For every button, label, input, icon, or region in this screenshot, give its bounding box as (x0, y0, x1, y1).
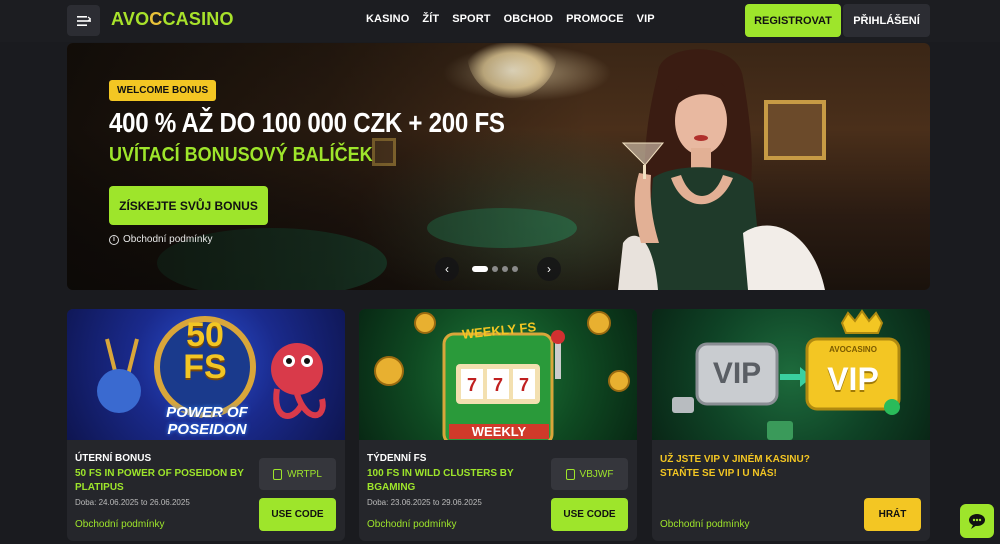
art-poseidon-text: POWER OF POSEIDON (166, 404, 248, 438)
site-logo[interactable]: AVOCCASINO (111, 9, 234, 30)
promo-image-vip: VIP VIP AVOCASINO (652, 309, 930, 440)
main-nav: KASINO ŽÍT SPORT OBCHOD PROMOCE VIP (366, 13, 668, 25)
welcome-bonus-badge: WELCOME BONUS (109, 80, 217, 101)
card-terms-link[interactable]: Obchodní podmínky (367, 519, 457, 530)
register-button[interactable]: REGISTROVAT (745, 4, 841, 37)
promo-code-copy[interactable]: WRTPL (259, 458, 336, 490)
play-button[interactable]: HRÁT (864, 498, 921, 531)
promo-code-value: WRTPL (287, 468, 322, 480)
nav-item-obchod[interactable]: OBCHOD (504, 13, 554, 25)
card-dates: Doba: 23.06.2025 to 29.06.2025 (367, 498, 482, 507)
promo-card-weekly: 7 7 7 WEEKLY FS WEEKLY TÝDENNÍ FS 100 FS… (359, 309, 637, 541)
copy-icon (565, 468, 575, 480)
art-avocasino-label: AVOCASINO (829, 345, 877, 354)
hero-woman-illustration (618, 49, 825, 290)
carousel-dot-3[interactable] (502, 266, 508, 272)
menu-toggle-button[interactable] (67, 5, 100, 36)
use-code-button[interactable]: USE CODE (551, 498, 628, 531)
card-description: 100 FS IN WILD CLUSTERS BY BGAMING (367, 468, 514, 493)
menu-icon (76, 15, 91, 26)
hero-terms-label: Obchodní podmínky (123, 234, 213, 245)
chat-icon (969, 514, 985, 529)
promo-card-tuesday: 50 FS POWER OF POSEIDON ÚTERNÍ BONUS 50 … (67, 309, 345, 541)
svg-text:7: 7 (493, 375, 503, 395)
art-vip-silver: VIP (712, 357, 762, 390)
card-dates: Doba: 24.06.2025 to 26.06.2025 (75, 498, 190, 507)
live-chat-button[interactable] (960, 504, 994, 538)
carousel-next-button[interactable]: › (537, 257, 561, 281)
card-description: 50 FS IN POWER OF POSEIDON BY PLATIPUS (75, 468, 244, 493)
get-bonus-button[interactable]: ZÍSKEJTE SVŮJ BONUS (109, 186, 268, 225)
nav-item-kasino[interactable]: KASINO (366, 13, 409, 25)
logo-text-left: AVO (111, 9, 150, 29)
promo-card-vip: VIP VIP AVOCASINO UŽ JSTE VIP V JINÉM KA… (652, 309, 930, 541)
login-button[interactable]: PŘIHLÁŠENÍ (843, 4, 930, 37)
hero-subtitle: UVÍTACÍ BONUSOVÝ BALÍČEK (109, 144, 373, 166)
card-terms-link[interactable]: Obchodní podmínky (660, 519, 750, 530)
nav-item-vip[interactable]: VIP (637, 13, 655, 25)
hero-banner[interactable]: WELCOME BONUS 400 % AŽ DO 100 000 CZK + … (67, 43, 930, 290)
nav-item-sport[interactable]: SPORT (452, 13, 490, 25)
chevron-left-icon: ‹ (445, 262, 449, 276)
carousel-dot-4[interactable] (512, 266, 518, 272)
hero-terms-link[interactable]: i Obchodní podmínky (109, 234, 213, 245)
card-terms-link[interactable]: Obchodní podmínky (75, 519, 165, 530)
card-title: UŽ JSTE VIP V JINÉM KASINU? STAŇTE SE VI… (660, 454, 810, 479)
logo-avocado-mark: C (149, 9, 163, 29)
svg-text:7: 7 (467, 375, 477, 395)
nav-item-promoce[interactable]: PROMOCE (566, 13, 624, 25)
top-header: AVOCCASINO KASINO ŽÍT SPORT OBCHOD PROMO… (0, 0, 1000, 42)
art-weekly-banner: WEEKLY (449, 424, 549, 439)
copy-icon (273, 468, 283, 480)
logo-text-right: CASINO (162, 9, 234, 29)
promo-image-weekly-fs: 7 7 7 WEEKLY FS WEEKLY (359, 309, 637, 440)
svg-text:7: 7 (519, 375, 529, 395)
hero-title: 400 % AŽ DO 100 000 CZK + 200 FS (109, 107, 505, 138)
carousel-prev-button[interactable]: ‹ (435, 257, 459, 281)
carousel-dot-2[interactable] (492, 266, 498, 272)
carousel-dots (472, 266, 518, 272)
card-title: TÝDENNÍ FS (367, 453, 427, 464)
chevron-right-icon: › (547, 262, 551, 276)
art-vip-gold: VIP (827, 361, 879, 397)
promo-code-copy[interactable]: VBJWF (551, 458, 628, 490)
nav-item-zit[interactable]: ŽÍT (422, 13, 439, 25)
promo-code-value: VBJWF (579, 468, 614, 480)
promo-image-poseidon: 50 FS POWER OF POSEIDON (67, 309, 345, 440)
art-50fs-text: 50 FS (183, 316, 227, 386)
carousel-dot-1[interactable] (472, 266, 488, 272)
card-title: ÚTERNÍ BONUS (75, 453, 152, 464)
use-code-button[interactable]: USE CODE (259, 498, 336, 531)
info-icon: i (109, 234, 119, 245)
